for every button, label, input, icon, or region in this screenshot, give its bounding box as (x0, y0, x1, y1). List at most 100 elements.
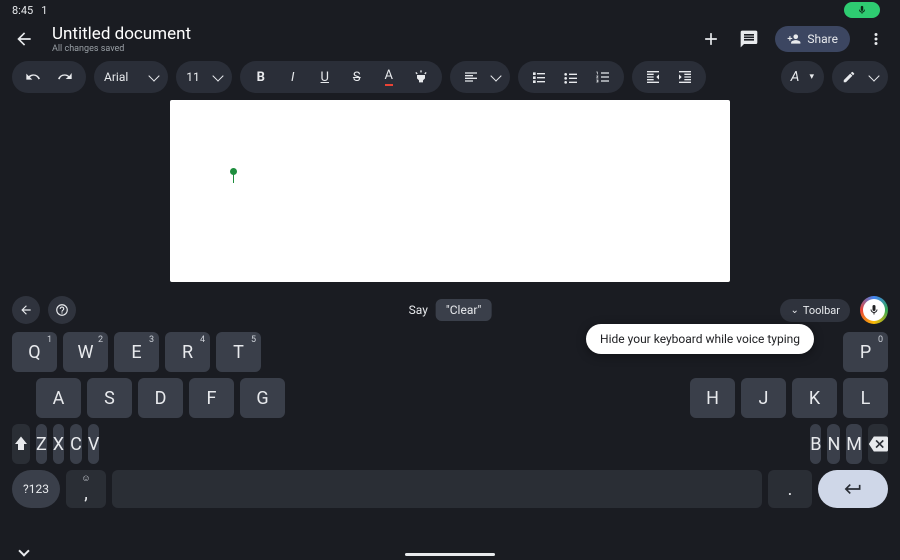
more-button[interactable] (864, 27, 888, 51)
keyboard-row-2: A S D F G H J K L (12, 378, 888, 418)
redo-button[interactable] (54, 66, 76, 88)
comments-button[interactable] (737, 27, 761, 51)
document-viewport (0, 96, 900, 292)
key-backspace[interactable] (868, 424, 888, 464)
text-cursor-stem (233, 173, 234, 183)
nav-home-handle[interactable] (405, 553, 495, 556)
key-r[interactable]: 4R (165, 332, 210, 372)
voice-command-chip[interactable]: "Clear" (436, 299, 491, 321)
key-h[interactable]: H (690, 378, 735, 418)
paragraph-group (450, 61, 510, 93)
more-vert-icon (867, 30, 885, 48)
checklist-icon (531, 69, 547, 85)
text-color-button[interactable]: A (378, 66, 400, 88)
nav-hide-keyboard[interactable] (18, 545, 29, 556)
app-header: Untitled document All changes saved Shar… (0, 20, 900, 58)
share-label: Share (807, 32, 838, 46)
key-g[interactable]: G (240, 378, 285, 418)
pencil-icon (842, 70, 856, 84)
indent-group (632, 61, 706, 93)
suggestion-prefix: Say (409, 303, 428, 317)
key-l[interactable]: L (843, 378, 888, 418)
document-page[interactable] (170, 100, 730, 282)
keyboard-back-button[interactable] (12, 296, 40, 324)
enter-icon (843, 479, 863, 499)
chevron-down-icon (149, 70, 160, 81)
highlighter-icon (413, 69, 429, 85)
redo-icon (57, 69, 73, 85)
key-z[interactable]: Z (36, 424, 47, 464)
font-size-picker[interactable]: 11 (176, 61, 232, 93)
edit-menu-button[interactable] (832, 61, 888, 93)
font-size: 11 (186, 70, 200, 84)
key-symbols[interactable]: ?123 (12, 470, 60, 508)
font-picker[interactable]: Arial (94, 61, 168, 93)
new-button[interactable] (699, 27, 723, 51)
key-comma[interactable]: ☺ , (66, 470, 106, 508)
chevron-down-icon (212, 70, 223, 81)
align-left-icon (463, 69, 479, 85)
bold-button[interactable]: B (250, 66, 272, 88)
format-menu-button[interactable]: A▾ (781, 61, 824, 93)
indent-icon (677, 69, 693, 85)
undo-button[interactable] (22, 66, 44, 88)
key-n[interactable]: N (827, 424, 840, 464)
key-v[interactable]: V (88, 424, 99, 464)
key-space[interactable] (112, 470, 762, 508)
mic-icon (857, 5, 867, 15)
key-period[interactable]: . (768, 470, 812, 508)
status-indicator: 1 (41, 4, 47, 17)
key-c[interactable]: C (70, 424, 82, 464)
status-time: 8:45 (12, 4, 33, 17)
history-group (12, 61, 86, 93)
key-s[interactable]: S (87, 378, 132, 418)
voice-typing-button[interactable] (860, 296, 888, 324)
back-button[interactable] (12, 27, 36, 51)
strikethrough-button[interactable]: S (346, 66, 368, 88)
indent-button[interactable] (674, 66, 696, 88)
outdent-button[interactable] (642, 66, 664, 88)
backspace-icon (868, 434, 888, 454)
chevron-down-icon (868, 70, 879, 81)
key-a[interactable]: A (36, 378, 81, 418)
chevron-down-icon (490, 70, 501, 81)
key-d[interactable]: D (138, 378, 183, 418)
keyboard-row-3: Z X C V B N M (12, 424, 888, 464)
bulleted-list-button[interactable] (560, 66, 582, 88)
mic-icon (868, 304, 880, 316)
list-group (518, 61, 624, 93)
numbered-list-button[interactable] (592, 66, 614, 88)
undo-icon (25, 69, 41, 85)
key-m[interactable]: M (846, 424, 862, 464)
highlight-button[interactable] (410, 66, 432, 88)
key-e[interactable]: 3E (114, 332, 159, 372)
comment-icon (739, 29, 759, 49)
share-button[interactable]: Share (775, 26, 850, 52)
voice-typing-tooltip: Hide your keyboard while voice typing (586, 324, 814, 354)
on-screen-keyboard: Say "Clear" ⌄ Toolbar Hide your keyboard… (0, 292, 900, 560)
document-title[interactable]: Untitled document (52, 24, 191, 44)
text-style-group: B I U S A (240, 61, 442, 93)
keyboard-help-button[interactable] (48, 296, 76, 324)
italic-button[interactable]: I (282, 66, 304, 88)
keyboard-row-4: ?123 ☺ , . (12, 470, 888, 508)
bullet-list-icon (563, 69, 579, 85)
checklist-button[interactable] (528, 66, 550, 88)
key-w[interactable]: 2W (63, 332, 108, 372)
key-f[interactable]: F (189, 378, 234, 418)
key-b[interactable]: B (810, 424, 821, 464)
align-button[interactable] (460, 66, 482, 88)
key-j[interactable]: J (741, 378, 786, 418)
underline-button[interactable]: U (314, 66, 336, 88)
key-p[interactable]: 0P (843, 332, 888, 372)
arrow-left-icon (14, 29, 34, 49)
key-x[interactable]: X (53, 424, 64, 464)
key-enter[interactable] (818, 470, 888, 508)
font-name: Arial (104, 70, 128, 84)
key-t[interactable]: 5T (216, 332, 261, 372)
key-k[interactable]: K (792, 378, 837, 418)
number-list-icon (595, 69, 611, 85)
key-shift[interactable] (12, 424, 30, 464)
key-q[interactable]: 1Q (12, 332, 57, 372)
keyboard-toolbar-toggle[interactable]: ⌄ Toolbar (780, 299, 850, 322)
